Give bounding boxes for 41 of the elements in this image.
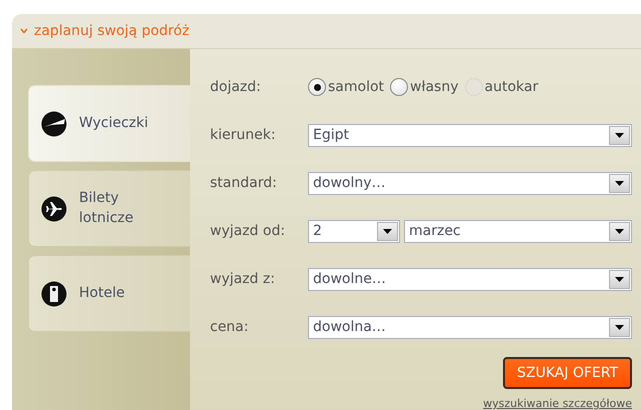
chevron-icon[interactable] bbox=[20, 28, 28, 34]
dropdown-value: dowolne… bbox=[313, 271, 386, 287]
door-hanger-icon bbox=[41, 280, 67, 306]
advanced-search-link[interactable]: wyszukiwanie szczegółowe bbox=[483, 397, 632, 410]
field-label: standard: bbox=[210, 175, 278, 191]
tab-label: Wycieczki bbox=[79, 114, 149, 133]
radio-button[interactable] bbox=[308, 78, 326, 96]
category-tab[interactable]: Bilety lotnicze bbox=[28, 170, 190, 247]
caret-icon bbox=[615, 276, 624, 282]
category-tab[interactable]: Hotele bbox=[28, 255, 190, 332]
dropdown-value: dowolna… bbox=[313, 319, 386, 335]
radio-button[interactable] bbox=[390, 78, 408, 96]
swoosh-icon bbox=[41, 110, 67, 136]
dropdown-value: Egipt bbox=[313, 127, 349, 143]
tab-label: Hotele bbox=[79, 284, 126, 303]
field-label: wyjazd z: bbox=[210, 271, 276, 287]
panel-title: zaplanuj swoją podróż bbox=[34, 23, 190, 39]
caret-icon bbox=[615, 180, 624, 186]
dropdown-value: dowolny… bbox=[313, 175, 386, 191]
field-label: dojazd: bbox=[210, 79, 262, 95]
radio-label: autokar bbox=[484, 79, 538, 95]
category-tab[interactable]: Wycieczki bbox=[28, 85, 190, 162]
radio-label: samolot bbox=[328, 79, 384, 95]
caret-icon bbox=[615, 228, 624, 234]
dropdown-field[interactable]: dowolna… bbox=[308, 316, 632, 338]
dropdown-value: marzec bbox=[409, 223, 461, 239]
dropdown-field[interactable]: Egipt bbox=[308, 124, 632, 146]
field-label: cena: bbox=[210, 319, 250, 335]
dropdown-field[interactable]: marzec bbox=[404, 220, 632, 242]
field-label: kierunek: bbox=[210, 127, 277, 143]
field-label: wyjazd od: bbox=[210, 223, 286, 239]
caret-icon bbox=[615, 132, 624, 138]
dropdown-value: 2 bbox=[313, 223, 322, 239]
airplane-icon bbox=[41, 196, 67, 222]
dropdown-field[interactable]: 2 bbox=[308, 220, 400, 242]
caret-icon bbox=[615, 324, 624, 330]
caret-icon bbox=[383, 228, 392, 234]
dropdown-field[interactable]: dowolny… bbox=[308, 172, 632, 194]
tab-label: Bilety lotnicze bbox=[79, 188, 134, 228]
radio-label: własny bbox=[410, 79, 458, 95]
dropdown-field[interactable]: dowolne… bbox=[308, 268, 632, 290]
